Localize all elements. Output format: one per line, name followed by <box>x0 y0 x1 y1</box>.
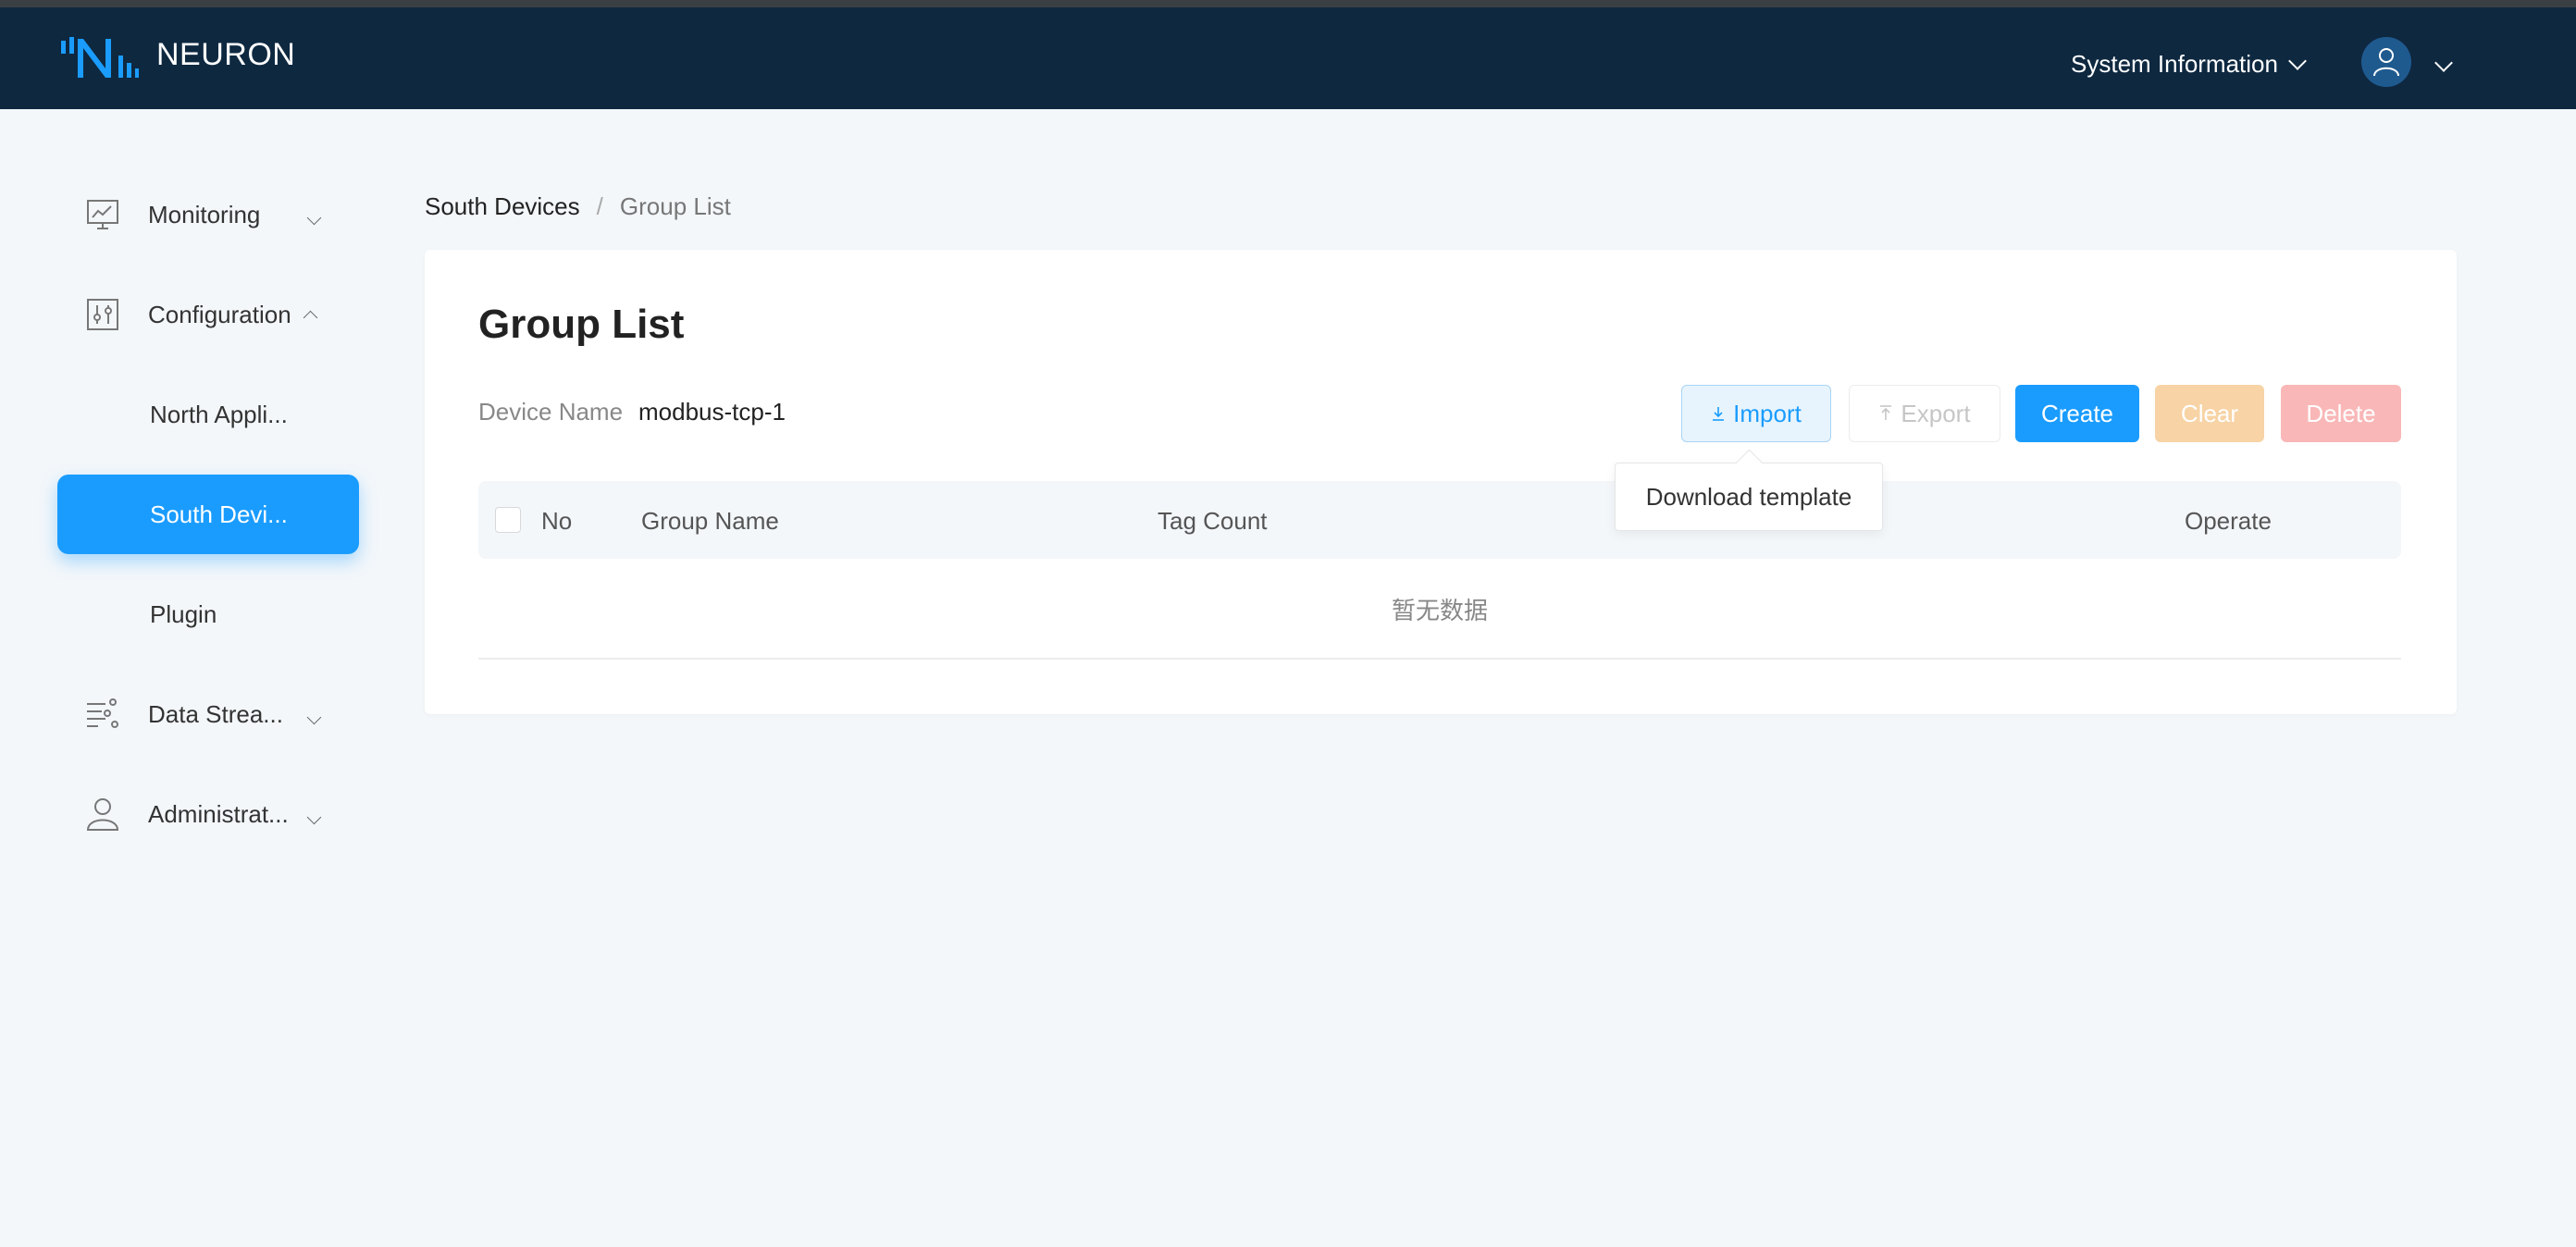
download-icon <box>1713 407 1725 421</box>
sidebar-item-north-apps[interactable]: North Appli... <box>57 364 359 464</box>
neuron-logo-icon <box>61 37 139 78</box>
chevron-down-icon <box>306 700 322 729</box>
delete-button[interactable]: Delete <box>2281 385 2401 442</box>
column-header-no: No <box>541 507 573 535</box>
user-icon <box>86 798 119 831</box>
sidebar-item-plugin[interactable]: Plugin <box>57 564 359 664</box>
group-list-card: Group List Device Name modbus-tcp-1 Impo… <box>425 250 2457 714</box>
data-stream-icon <box>87 698 118 728</box>
create-button[interactable]: Create <box>2015 385 2139 442</box>
monitor-chart-icon <box>87 200 118 229</box>
sidebar-item-label: South Devi... <box>150 500 288 528</box>
breadcrumb-parent-link[interactable]: South Devices <box>425 192 580 221</box>
page-title: Group List <box>478 302 685 347</box>
column-header-tag-count: Tag Count <box>1158 507 1268 535</box>
table-header: No Group Name Tag Count Operate <box>478 481 2401 559</box>
sidebar-item-label: Monitoring <box>148 200 261 228</box>
upload-icon <box>1880 405 1892 420</box>
user-menu-chevron-icon[interactable] <box>2434 54 2453 74</box>
sidebar-item-label: Plugin <box>150 599 217 628</box>
download-template-label: Download template <box>1645 482 1852 511</box>
import-button[interactable]: Import <box>1681 385 1831 442</box>
sidebar-item-label: Administrat... <box>148 799 289 828</box>
sidebar-item-south-devices[interactable]: South Devi... <box>57 475 359 554</box>
breadcrumb: South Devices / Group List <box>425 192 731 221</box>
chevron-down-icon <box>306 800 322 829</box>
user-avatar[interactable] <box>2361 37 2411 87</box>
user-icon <box>2373 48 2399 77</box>
export-button[interactable]: Export <box>1849 385 2000 442</box>
window-top-strip <box>0 0 2576 7</box>
column-header-group-name: Group Name <box>641 507 779 535</box>
breadcrumb-current: Group List <box>619 192 731 220</box>
sidebar-item-label: North Appli... <box>150 400 288 428</box>
download-template-tooltip[interactable]: Download template <box>1615 463 1883 531</box>
sidebar-item-label: Data Strea... <box>148 699 283 728</box>
config-sliders-icon <box>87 299 118 330</box>
system-information-label: System Information <box>2071 50 2278 78</box>
chevron-up-icon <box>303 301 318 329</box>
empty-table-text: 暂无数据 <box>1391 598 1488 625</box>
sidebar-item-monitoring[interactable]: Monitoring <box>57 165 359 265</box>
chevron-down-icon <box>2288 51 2307 70</box>
breadcrumb-separator: / <box>596 192 603 220</box>
import-button-label: Import <box>1733 399 1802 427</box>
sidebar-item-data-stream[interactable]: Data Strea... <box>57 664 359 764</box>
sidebar-item-configuration[interactable]: Configuration <box>57 265 359 364</box>
device-name-label: Device Name <box>478 398 624 426</box>
sidebar-item-label: Configuration <box>148 300 291 328</box>
system-information-menu[interactable]: System Information <box>2071 50 2307 79</box>
sidebar-item-administration[interactable]: Administrat... <box>57 764 359 864</box>
table-divider <box>478 658 2401 660</box>
column-header-operate: Operate <box>2185 507 2272 535</box>
top-header: NEURON System Information <box>0 7 2576 109</box>
sidebar: Monitoring Configuration North Appli... … <box>57 165 359 864</box>
select-all-checkbox[interactable] <box>495 507 521 533</box>
app-name: NEURON <box>156 37 296 72</box>
export-button-label: Export <box>1901 399 1971 427</box>
chevron-down-icon <box>306 201 322 229</box>
clear-button[interactable]: Clear <box>2155 385 2264 442</box>
device-name-value: modbus-tcp-1 <box>638 398 786 426</box>
